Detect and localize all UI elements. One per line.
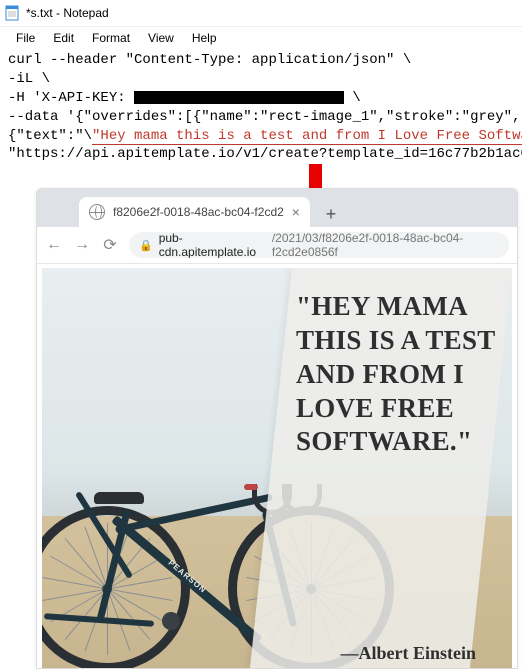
code-line-4: --data '{"overrides":[{"name":"rect-imag… [8, 108, 514, 127]
quote-attribution: —Albert Einstein [340, 643, 476, 664]
new-tab-button[interactable]: + [318, 201, 344, 227]
browser-toolbar: ← → ⟳ 🔒 pub-cdn.apitemplate.io/2021/03/f… [37, 227, 517, 264]
bicycle-brand: PEARSON [167, 558, 208, 595]
page-content: PEARSON "Hey mama this is a test and fro… [42, 268, 512, 668]
back-icon[interactable]: ← [45, 236, 63, 254]
menu-bar: File Edit Format View Help [0, 27, 522, 51]
code-line-5: {"text":"\"Hey mama this is a test and f… [8, 127, 514, 146]
url-host: pub-cdn.apitemplate.io [159, 232, 266, 258]
browser-tab[interactable]: f8206e2f-0018-48ac-bc04-f2cd2 × [79, 197, 310, 227]
url-path: /2021/03/f8206e2f-0018-48ac-bc04-f2cd2e0… [272, 232, 499, 258]
code-line-5-prefix: {"text":"\ [8, 128, 92, 144]
globe-icon [89, 204, 105, 220]
tab-title: f8206e2f-0018-48ac-bc04-f2cd2 [113, 205, 284, 219]
quote-text: "Hey mama this is a test and from I Love… [296, 290, 496, 459]
address-bar[interactable]: 🔒 pub-cdn.apitemplate.io/2021/03/f8206e2… [129, 232, 509, 258]
menu-edit[interactable]: Edit [45, 29, 82, 47]
redacted-api-key [134, 91, 344, 104]
code-line-3-prefix: -H 'X-API-KEY: [8, 90, 134, 106]
forward-icon[interactable]: → [73, 236, 91, 254]
browser-tabbar: f8206e2f-0018-48ac-bc04-f2cd2 × + [37, 189, 517, 227]
window-titlebar: *s.txt - Notepad [0, 0, 522, 27]
window-title: *s.txt - Notepad [26, 6, 109, 20]
code-line-6: "https://api.apitemplate.io/v1/create?te… [8, 145, 514, 164]
notepad-icon [4, 5, 20, 21]
code-line-1: curl --header "Content-Type: application… [8, 51, 514, 70]
menu-view[interactable]: View [140, 29, 182, 47]
notepad-content[interactable]: curl --header "Content-Type: application… [0, 51, 522, 170]
menu-file[interactable]: File [8, 29, 43, 47]
lock-icon: 🔒 [139, 239, 153, 252]
menu-help[interactable]: Help [184, 29, 225, 47]
code-line-3-suffix: \ [344, 90, 361, 106]
code-highlight: "Hey mama this is a test and from I Love… [92, 128, 522, 145]
code-line-2: -iL \ [8, 70, 514, 89]
code-line-3: -H 'X-API-KEY: \ [8, 89, 514, 108]
reload-icon[interactable]: ⟳ [101, 235, 119, 255]
browser-window: f8206e2f-0018-48ac-bc04-f2cd2 × + ← → ⟳ … [36, 188, 518, 669]
menu-format[interactable]: Format [84, 29, 138, 47]
close-icon[interactable]: × [292, 205, 300, 219]
